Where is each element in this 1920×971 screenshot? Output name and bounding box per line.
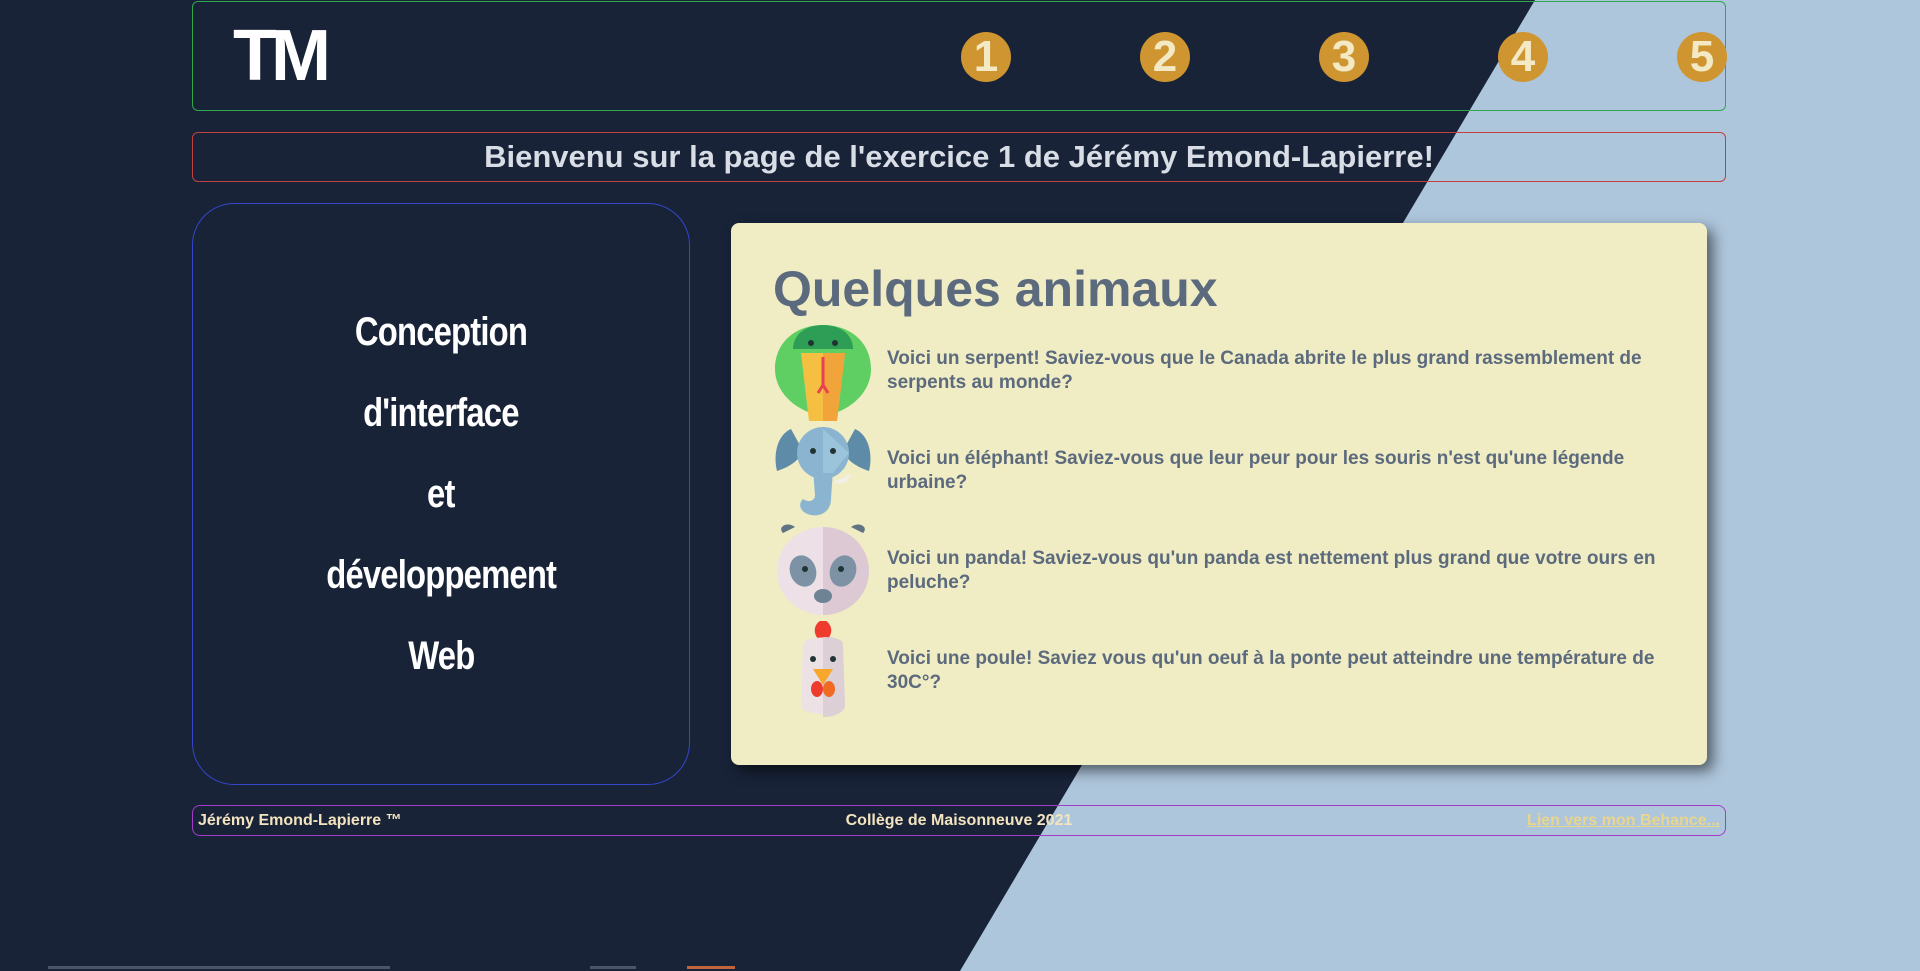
animal-description: Voici un éléphant! Saviez-vous que leur … xyxy=(887,448,1625,493)
snake-icon xyxy=(775,325,871,421)
nav-item-3[interactable]: 3 xyxy=(1319,32,1369,82)
nav-item-5[interactable]: 5 xyxy=(1677,32,1727,82)
animal-description: Voici un panda! Saviez-vous qu'un panda … xyxy=(887,548,1656,593)
taskbar-item xyxy=(687,966,735,969)
animal-description: Voici un serpent! Saviez-vous que le Can… xyxy=(887,348,1642,393)
elephant-icon xyxy=(775,427,871,516)
course-title-box: Conception d'interface et développement … xyxy=(192,203,690,785)
animal-list: Voici un serpent! Saviez-vous que le Can… xyxy=(773,321,1665,721)
welcome-banner: Bienvenu sur la page de l'exercice 1 de … xyxy=(192,132,1726,182)
behance-link[interactable]: Lien vers mon Behance... xyxy=(1527,806,1720,835)
course-title-line: et xyxy=(427,471,455,516)
footer-school: Collège de Maisonneuve 2021 xyxy=(845,812,1073,829)
animals-card: Quelques animaux Voici un serpent! Savie… xyxy=(731,223,1707,765)
course-title-line: Web xyxy=(407,633,475,678)
logo[interactable]: TM xyxy=(233,20,331,92)
site-footer: Jérémy Emond-Lapierre ™ Collège de Maiso… xyxy=(192,805,1726,836)
site-header: TM 1 2 3 4 5 xyxy=(192,1,1727,111)
course-title-line: d'interface xyxy=(363,390,519,435)
nav-item-1[interactable]: 1 xyxy=(961,32,1011,82)
card-title: Quelques animaux xyxy=(773,261,1218,317)
list-item: Voici une poule! Saviez vous qu'un oeuf … xyxy=(773,621,1665,721)
panda-icon xyxy=(777,524,869,615)
list-item: Voici un serpent! Saviez-vous que le Can… xyxy=(773,321,1665,421)
taskbar-item xyxy=(48,966,390,969)
taskbar-item xyxy=(590,966,636,969)
animal-description: Voici une poule! Saviez vous qu'un oeuf … xyxy=(887,648,1655,693)
nav-item-4[interactable]: 4 xyxy=(1498,32,1548,82)
list-item: Voici un éléphant! Saviez-vous que leur … xyxy=(773,421,1665,521)
taskbar-edge xyxy=(0,966,1920,971)
list-item: Voici un panda! Saviez-vous qu'un panda … xyxy=(773,521,1665,621)
course-title-line: Conception xyxy=(354,309,528,354)
chicken-icon xyxy=(801,621,845,717)
course-title-line: développement xyxy=(326,552,557,597)
nav-item-2[interactable]: 2 xyxy=(1140,32,1190,82)
